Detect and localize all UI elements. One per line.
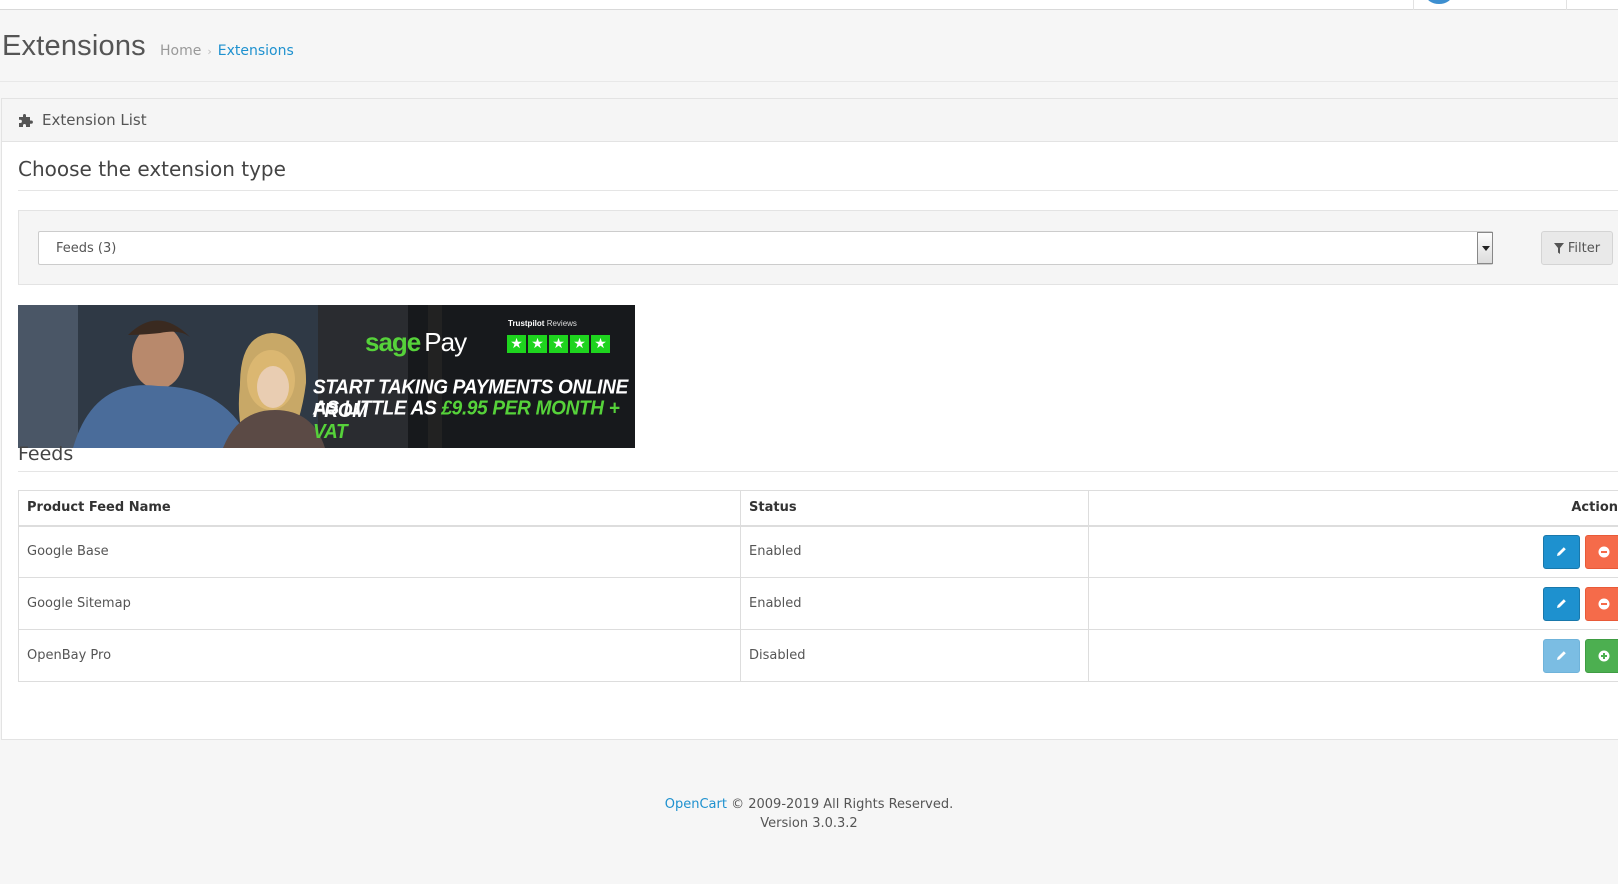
star-icon: ★ bbox=[507, 335, 526, 353]
feed-action-cell bbox=[1088, 525, 1618, 578]
filter-well: Feeds (3) Filter bbox=[18, 210, 1618, 285]
sagepay-banner[interactable]: sage Pay Trustpilot Reviews ★ ★ ★ ★ ★ STA… bbox=[18, 305, 635, 448]
star-icon: ★ bbox=[570, 335, 589, 353]
column-header-status: Status bbox=[740, 490, 1089, 527]
filter-button[interactable]: Filter bbox=[1541, 231, 1613, 265]
plus-circle-icon bbox=[1598, 650, 1609, 661]
feeds-section-title: Feeds bbox=[18, 443, 74, 465]
sage-logo-text: sage bbox=[365, 327, 421, 357]
star-icon: ★ bbox=[591, 335, 610, 353]
feed-name-cell: OpenBay Pro bbox=[18, 629, 741, 682]
sagepay-logo: sage Pay bbox=[365, 327, 467, 358]
edit-button[interactable] bbox=[1543, 586, 1580, 621]
pencil-icon bbox=[1557, 651, 1566, 660]
column-header-action-label: Action bbox=[1571, 500, 1618, 516]
extension-type-selected-value: Feeds (3) bbox=[56, 241, 117, 256]
footer-version: Version 3.0.3.2 bbox=[760, 816, 858, 831]
trustpilot-label: Trustpilot Reviews bbox=[508, 319, 577, 328]
extension-list-panel: Extension List Choose the extension type… bbox=[1, 98, 1618, 740]
footer: OpenCart © 2009-2019 All Rights Reserved… bbox=[0, 795, 1618, 833]
banner-headline-2: AS LITTLE AS £9.95 PER MONTH + VAT bbox=[313, 398, 635, 444]
table-row: Google Base Enabled bbox=[18, 525, 1618, 578]
pencil-icon bbox=[1557, 547, 1566, 557]
extension-type-select[interactable]: Feeds (3) bbox=[38, 231, 1493, 265]
column-header-action: Action bbox=[1088, 490, 1618, 527]
pay-logo-text: Pay bbox=[424, 327, 467, 357]
feed-name-cell: Google Base bbox=[18, 525, 741, 578]
breadcrumb-home-link[interactable]: Home bbox=[160, 43, 201, 59]
divider bbox=[18, 190, 1618, 191]
panel-title: Extension List bbox=[42, 111, 147, 129]
trustpilot-stars: ★ ★ ★ ★ ★ bbox=[507, 335, 610, 353]
column-header-name: Product Feed Name bbox=[18, 490, 741, 527]
breadcrumb-extensions-link[interactable]: Extensions bbox=[218, 43, 294, 59]
feed-action-cell bbox=[1088, 577, 1618, 630]
choose-extension-type-title: Choose the extension type bbox=[18, 157, 286, 181]
feeds-table: Product Feed Name Status Action Google B… bbox=[18, 490, 1618, 682]
dropdown-arrow-icon[interactable] bbox=[1477, 232, 1493, 264]
feed-action-cell bbox=[1088, 629, 1618, 682]
user-avatar[interactable] bbox=[1426, 0, 1452, 4]
feed-status-cell: Enabled bbox=[740, 577, 1089, 630]
navbar-divider bbox=[1413, 0, 1414, 10]
page-header: Extensions Home › Extensions bbox=[0, 10, 1618, 82]
footer-copyright-line: OpenCart © 2009-2019 All Rights Reserved… bbox=[0, 795, 1618, 814]
table-row: Google Sitemap Enabled bbox=[18, 577, 1618, 630]
uninstall-button[interactable] bbox=[1585, 586, 1618, 621]
divider bbox=[18, 471, 1618, 472]
breadcrumb: Home › Extensions bbox=[160, 43, 294, 59]
edit-button[interactable] bbox=[1543, 534, 1580, 569]
feed-status-cell: Disabled bbox=[740, 629, 1089, 682]
filter-button-label: Filter bbox=[1567, 240, 1601, 256]
breadcrumb-separator: › bbox=[207, 44, 212, 58]
table-header-row: Product Feed Name Status Action bbox=[18, 490, 1618, 527]
feed-name-cell: Google Sitemap bbox=[18, 577, 741, 630]
install-button[interactable] bbox=[1585, 638, 1618, 673]
minus-circle-icon bbox=[1598, 546, 1609, 558]
star-icon: ★ bbox=[549, 335, 568, 353]
feed-status-cell: Enabled bbox=[740, 525, 1089, 578]
opencart-link[interactable]: OpenCart bbox=[665, 797, 727, 812]
navbar-divider bbox=[1566, 0, 1567, 10]
trustpilot-reviews: Reviews bbox=[546, 319, 577, 328]
star-icon: ★ bbox=[528, 335, 547, 353]
footer-copyright: © 2009-2019 All Rights Reserved. bbox=[726, 797, 954, 812]
funnel-icon bbox=[1553, 242, 1564, 254]
top-navbar bbox=[0, 0, 1618, 10]
trustpilot-brand: Trustpilot bbox=[508, 319, 545, 328]
puzzle-icon bbox=[19, 114, 33, 127]
edit-button-disabled bbox=[1543, 638, 1580, 673]
minus-circle-icon bbox=[1598, 598, 1609, 609]
banner-headline-2-prefix: AS LITTLE AS bbox=[313, 397, 442, 420]
panel-heading: Extension List bbox=[2, 99, 1618, 142]
pencil-icon bbox=[1557, 599, 1566, 608]
uninstall-button[interactable] bbox=[1585, 534, 1618, 569]
page-title: Extensions bbox=[2, 30, 146, 62]
table-row: OpenBay Pro Disabled bbox=[18, 629, 1618, 682]
